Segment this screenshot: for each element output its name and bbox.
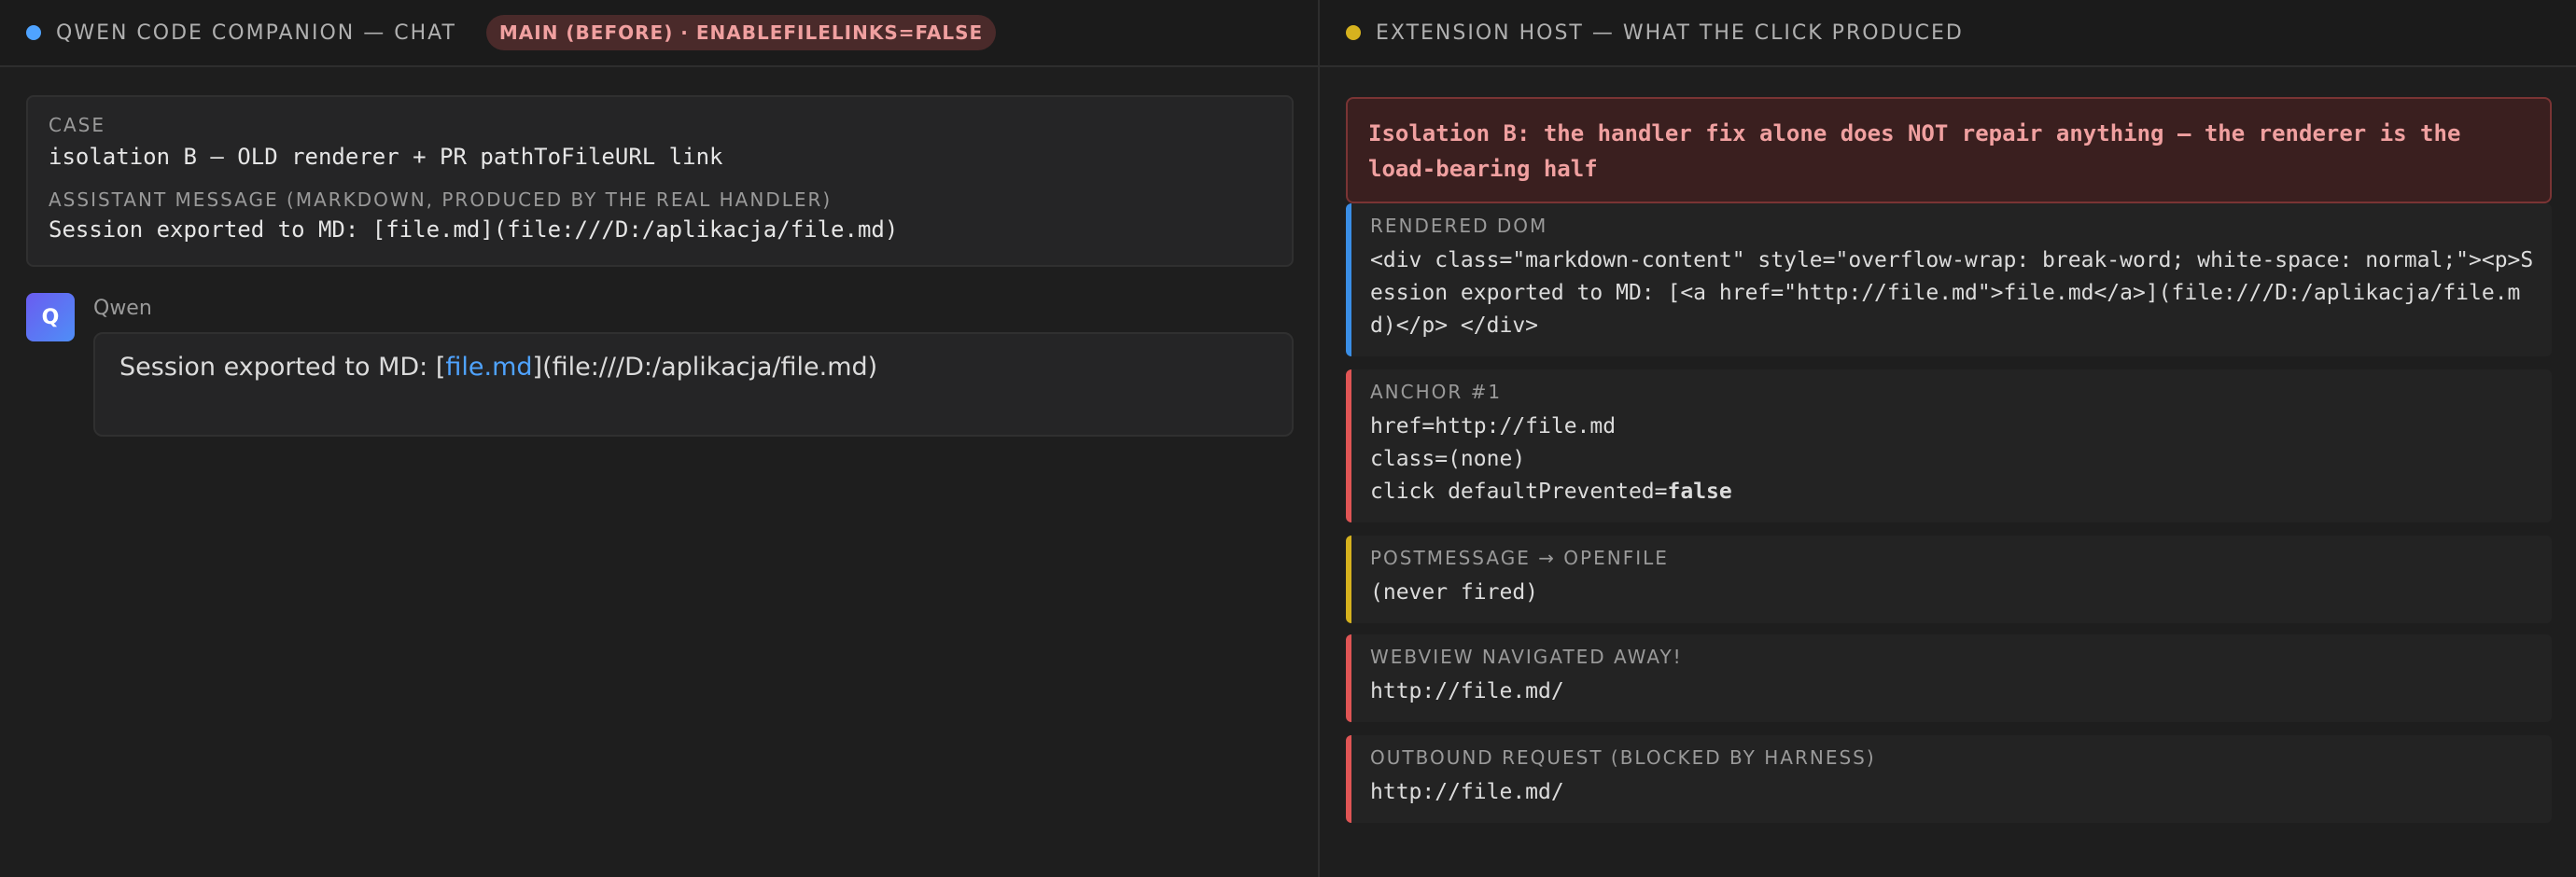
anchor-click: click defaultPrevented=false <box>1370 476 2535 508</box>
extension-host-header: EXTENSION HOST — WHAT THE CLICK PRODUCED <box>1320 0 2576 67</box>
rendered-dom-card: RENDERED DOM <div class="markdown-conten… <box>1346 203 2552 356</box>
extension-host-title: EXTENSION HOST — WHAT THE CLICK PRODUCED <box>1376 21 1964 45</box>
outbound-label: OUTBOUND REQUEST (BLOCKED BY HARNESS) <box>1370 746 1876 769</box>
postmessage-card: POSTMESSAGE → OPENFILE (never fired) <box>1346 536 2552 623</box>
anchor-label: ANCHOR #1 <box>1370 381 1503 403</box>
chat-pane: QWEN CODE COMPANION — CHAT MAIN (BEFORE)… <box>0 0 1320 877</box>
status-dot-icon <box>1346 25 1361 40</box>
file-link[interactable]: file.md <box>445 353 532 382</box>
message-text-after: ](file:///D:/aplikacja/file.md) <box>532 353 878 382</box>
anchor-click-prefix: click defaultPrevented= <box>1370 480 1668 504</box>
anchor-card: ANCHOR #1 href=http://file.md class=(non… <box>1346 369 2552 522</box>
case-panel: CASE isolation B — OLD renderer + PR pat… <box>26 95 1294 267</box>
rendered-dom-value: <div class="markdown-content" style="ove… <box>1370 248 2534 338</box>
outbound-card: OUTBOUND REQUEST (BLOCKED BY HARNESS) ht… <box>1346 735 2552 823</box>
rendered-dom-label: RENDERED DOM <box>1370 215 1548 237</box>
assistant-message-label: ASSISTANT MESSAGE (MARKDOWN, PRODUCED BY… <box>49 188 833 211</box>
postmessage-label: POSTMESSAGE → OPENFILE <box>1370 547 1669 569</box>
outbound-value: http://file.md/ <box>1370 780 1564 804</box>
message-bubble: Session exported to MD: [file.md](file:/… <box>93 332 1294 437</box>
anchor-click-value: false <box>1667 480 1732 504</box>
mode-badge: MAIN (BEFORE) · ENABLEFILELINKS=FALSE <box>485 15 997 50</box>
avatar: Q <box>26 293 75 341</box>
navigated-value: http://file.md/ <box>1370 679 1564 703</box>
case-value: isolation B — OLD renderer + PR pathToFi… <box>49 144 723 170</box>
extension-host-pane: EXTENSION HOST — WHAT THE CLICK PRODUCED… <box>1320 0 2576 877</box>
case-label: CASE <box>49 114 105 136</box>
chat-pane-title: QWEN CODE COMPANION — CHAT <box>56 21 456 45</box>
navigated-label: WEBVIEW NAVIGATED AWAY! <box>1370 646 1683 668</box>
postmessage-value: (never fired) <box>1370 580 1539 605</box>
status-dot-icon <box>26 25 41 40</box>
message-text-before: Session exported to MD: [ <box>119 353 446 382</box>
chat-pane-header: QWEN CODE COMPANION — CHAT MAIN (BEFORE)… <box>0 0 1318 67</box>
assistant-message-value: Session exported to MD: [file.md](file:/… <box>49 216 899 243</box>
sender-name: Qwen <box>93 297 152 320</box>
isolation-alert: Isolation B: the handler fix alone does … <box>1346 97 2552 203</box>
anchor-class: class=(none) <box>1370 447 1526 471</box>
navigated-card: WEBVIEW NAVIGATED AWAY! http://file.md/ <box>1346 634 2552 722</box>
anchor-href: href=http://file.md <box>1370 414 1617 438</box>
